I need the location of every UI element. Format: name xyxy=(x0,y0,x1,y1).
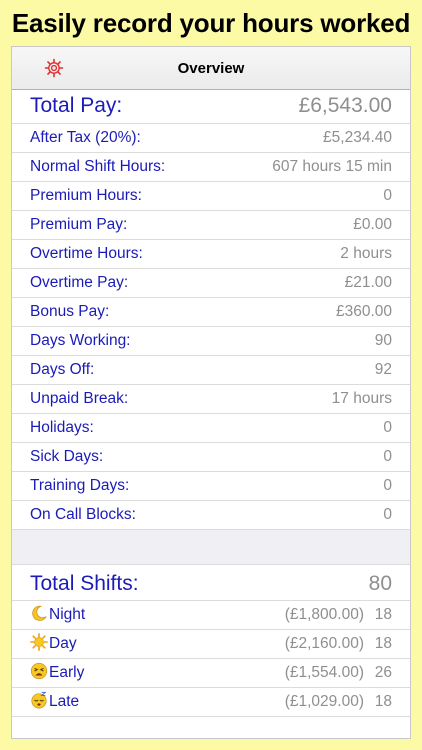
shift-name: Day xyxy=(49,635,77,652)
shift-label: Late xyxy=(30,688,79,716)
shift-name: Night xyxy=(49,606,86,623)
shift-amount: (£1,800.00) xyxy=(284,606,364,623)
row-value: 90 xyxy=(374,332,392,349)
shift-name: Late xyxy=(49,693,80,710)
row-value: 0 xyxy=(383,448,392,465)
shift-night-row[interactable]: Night (£1,800.00) 18 xyxy=(12,601,410,630)
row-value: £360.00 xyxy=(335,303,392,320)
premium-pay-row[interactable]: Premium Pay: £0.00 xyxy=(12,211,410,240)
overtime-hours-row[interactable]: Overtime Hours: 2 hours xyxy=(12,240,410,269)
overtime-pay-row[interactable]: Overtime Pay: £21.00 xyxy=(12,269,410,298)
shift-count: 18 xyxy=(374,635,392,652)
holidays-row[interactable]: Holidays: 0 xyxy=(12,414,410,443)
unpaid-break-row[interactable]: Unpaid Break: 17 hours xyxy=(12,385,410,414)
row-value: 607 hours 15 min xyxy=(272,158,392,175)
row-label: Normal Shift Hours: xyxy=(30,158,166,175)
training-days-row[interactable]: Training Days: 0 xyxy=(12,472,410,501)
shift-name: Early xyxy=(49,664,85,681)
row-label: Unpaid Break: xyxy=(30,390,129,407)
sick-days-row[interactable]: Sick Days: 0 xyxy=(12,443,410,472)
total-shifts-value: 80 xyxy=(368,572,392,595)
sleeping-face-icon xyxy=(31,691,47,709)
total-shifts-label: Total Shifts: xyxy=(30,572,139,595)
normal-shift-hours-row[interactable]: Normal Shift Hours: 607 hours 15 min xyxy=(12,153,410,182)
shift-count: 26 xyxy=(374,664,392,681)
row-label: Overtime Hours: xyxy=(30,245,143,262)
row-value: 92 xyxy=(374,361,392,378)
row-label: Premium Pay: xyxy=(30,216,128,233)
promo-banner: Easily record your hours worked xyxy=(11,8,411,38)
shift-early-row[interactable]: Early (£1,554.00) 26 xyxy=(12,659,410,688)
after-tax-row[interactable]: After Tax (20%): £5,234.40 xyxy=(12,124,410,153)
total-shifts-row[interactable]: Total Shifts: 80 xyxy=(12,565,410,601)
row-value: 0 xyxy=(383,506,392,523)
shift-count: 18 xyxy=(374,606,392,623)
on-call-blocks-row[interactable]: On Call Blocks: 0 xyxy=(12,501,410,530)
row-value: £5,234.40 xyxy=(323,129,392,146)
shift-label: Night xyxy=(30,601,85,629)
row-value: £21.00 xyxy=(344,274,392,291)
total-pay-row[interactable]: Total Pay: £6,543.00 xyxy=(12,90,410,124)
total-pay-value: £6,543.00 xyxy=(298,94,392,117)
row-label: Overtime Pay: xyxy=(30,274,129,291)
page-title: Overview xyxy=(177,60,245,77)
row-value: 0 xyxy=(383,477,392,494)
bonus-pay-row[interactable]: Bonus Pay: £360.00 xyxy=(12,298,410,327)
shift-day-row[interactable]: Day (£2,160.00) 18 xyxy=(12,630,410,659)
row-label: Bonus Pay: xyxy=(30,303,110,320)
row-value: 0 xyxy=(383,187,392,204)
section-divider xyxy=(12,530,410,565)
row-label: Days Working: xyxy=(30,332,131,349)
moon-icon xyxy=(32,605,47,621)
row-value: 17 hours xyxy=(331,390,392,407)
shift-amount: (£1,554.00) xyxy=(284,664,364,681)
row-label: On Call Blocks: xyxy=(30,506,136,523)
row-value: £0.00 xyxy=(353,216,392,233)
shift-late-row[interactable]: Late (£1,029.00) 18 xyxy=(12,688,410,717)
row-label: Premium Hours: xyxy=(30,187,142,204)
row-value: 0 xyxy=(383,419,392,436)
premium-hours-row[interactable]: Premium Hours: 0 xyxy=(12,182,410,211)
total-pay-label: Total Pay: xyxy=(30,94,123,117)
shift-label: Early xyxy=(30,659,84,687)
row-label: Days Off: xyxy=(30,361,95,378)
days-working-row[interactable]: Days Working: 90 xyxy=(12,327,410,356)
shift-label: Day xyxy=(30,630,77,658)
shift-count: 18 xyxy=(374,693,392,710)
row-label: Training Days: xyxy=(30,477,130,494)
row-label: Holidays: xyxy=(30,419,94,436)
sun-icon xyxy=(30,633,48,651)
tired-face-icon xyxy=(30,662,48,680)
row-label: After Tax (20%): xyxy=(30,129,141,146)
shift-amount: (£1,029.00) xyxy=(284,693,364,710)
days-off-row[interactable]: Days Off: 92 xyxy=(12,356,410,385)
app-screen: Overview Total Pay: £6,543.00 After Tax … xyxy=(11,46,411,739)
row-value: 2 hours xyxy=(340,245,392,262)
shift-amount: (£2,160.00) xyxy=(284,635,364,652)
nav-bar: Overview xyxy=(12,47,410,90)
row-label: Sick Days: xyxy=(30,448,104,465)
